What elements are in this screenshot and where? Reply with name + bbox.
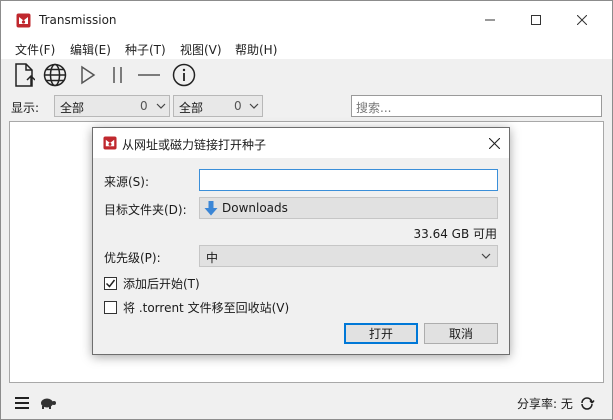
menu-view[interactable]: 视图(V) bbox=[180, 41, 222, 58]
start-button[interactable] bbox=[75, 62, 101, 88]
window-title: Transmission bbox=[39, 13, 117, 27]
chevron-down-icon bbox=[156, 103, 166, 109]
priority-label: 优先级(P): bbox=[104, 251, 161, 265]
filter-label: 显示: bbox=[11, 101, 40, 115]
toolbar bbox=[1, 59, 612, 91]
trash-torrent-label: 将 .torrent 文件移至回收站(V) bbox=[123, 300, 290, 315]
menu-bar: 文件(F) 编辑(E) 种子(T) 视图(V) 帮助(H) bbox=[1, 39, 612, 59]
start-when-added-row[interactable]: 添加后开始(T) bbox=[104, 274, 200, 292]
ratio-label: 分享率: 无 bbox=[517, 397, 573, 411]
priority-combo[interactable]: 中 bbox=[199, 245, 498, 267]
status-filter-count: 0 bbox=[140, 99, 148, 113]
maximize-button[interactable] bbox=[513, 1, 559, 39]
dest-folder-button[interactable]: Downloads bbox=[199, 197, 498, 219]
new-file-icon bbox=[15, 63, 35, 87]
checkmark-icon bbox=[105, 279, 116, 288]
minimize-button[interactable] bbox=[467, 1, 513, 39]
status-filter-combo[interactable]: 全部 0 bbox=[54, 95, 170, 117]
chevron-down-icon bbox=[249, 103, 259, 109]
free-space-label: 33.64 GB 可用 bbox=[413, 227, 497, 241]
menu-edit[interactable]: 编辑(E) bbox=[70, 41, 111, 58]
tracker-filter-count: 0 bbox=[234, 99, 242, 113]
dest-folder-label: 目标文件夹(D): bbox=[104, 203, 187, 217]
chevron-down-icon bbox=[481, 253, 491, 259]
properties-button[interactable] bbox=[171, 62, 197, 88]
close-icon bbox=[488, 137, 500, 149]
tracker-filter-combo[interactable]: 全部 0 bbox=[173, 95, 263, 117]
pause-icon bbox=[113, 67, 122, 83]
cancel-button[interactable]: 取消 bbox=[424, 323, 498, 344]
menu-file[interactable]: 文件(F) bbox=[15, 41, 55, 58]
minimize-icon bbox=[485, 19, 495, 21]
open-torrent-button[interactable] bbox=[11, 62, 37, 88]
dialog-title: 从网址或磁力链接打开种子 bbox=[122, 138, 267, 152]
start-when-added-checkbox[interactable] bbox=[104, 276, 117, 290]
search-input[interactable]: 搜索... bbox=[351, 95, 602, 117]
open-url-button[interactable] bbox=[42, 62, 68, 88]
trash-torrent-row[interactable]: 将 .torrent 文件移至回收站(V) bbox=[104, 298, 289, 316]
title-bar: Transmission bbox=[1, 1, 612, 39]
remove-icon bbox=[138, 74, 160, 76]
dest-folder-value: Downloads bbox=[222, 201, 288, 215]
priority-value: 中 bbox=[206, 251, 219, 265]
tracker-filter-value: 全部 bbox=[179, 101, 204, 115]
remove-button[interactable] bbox=[136, 62, 162, 88]
menu-torrent[interactable]: 种子(T) bbox=[125, 41, 166, 58]
filter-bar: 显示: 全部 0 全部 0 搜索... bbox=[1, 93, 612, 119]
open-url-dialog: 从网址或磁力链接打开种子 来源(S): 目标文件夹(D): Downloads … bbox=[92, 127, 510, 355]
source-label: 来源(S): bbox=[104, 175, 150, 189]
source-input[interactable] bbox=[199, 169, 498, 191]
download-folder-icon bbox=[204, 201, 218, 216]
start-when-added-label: 添加后开始(T) bbox=[123, 276, 200, 291]
pause-button[interactable] bbox=[105, 62, 131, 88]
close-icon bbox=[577, 15, 587, 25]
menu-help[interactable]: 帮助(H) bbox=[235, 41, 277, 58]
hamburger-menu-icon[interactable] bbox=[14, 395, 30, 411]
trash-torrent-checkbox[interactable] bbox=[104, 300, 117, 314]
play-icon bbox=[81, 65, 96, 85]
globe-icon bbox=[43, 63, 67, 87]
open-button[interactable]: 打开 bbox=[344, 323, 418, 344]
cycle-stats-icon[interactable] bbox=[579, 395, 595, 411]
turtle-icon[interactable] bbox=[39, 395, 57, 411]
close-button[interactable] bbox=[559, 1, 605, 39]
maximize-icon bbox=[531, 15, 541, 25]
transmission-app-icon bbox=[16, 13, 31, 28]
status-filter-value: 全部 bbox=[60, 101, 85, 115]
transmission-app-icon bbox=[103, 136, 117, 150]
status-bar: 分享率: 无 bbox=[1, 389, 612, 419]
info-icon bbox=[172, 63, 196, 87]
dialog-title-bar: 从网址或磁力链接打开种子 bbox=[93, 128, 509, 158]
search-placeholder: 搜索... bbox=[356, 101, 392, 115]
dialog-close-button[interactable] bbox=[479, 128, 509, 158]
